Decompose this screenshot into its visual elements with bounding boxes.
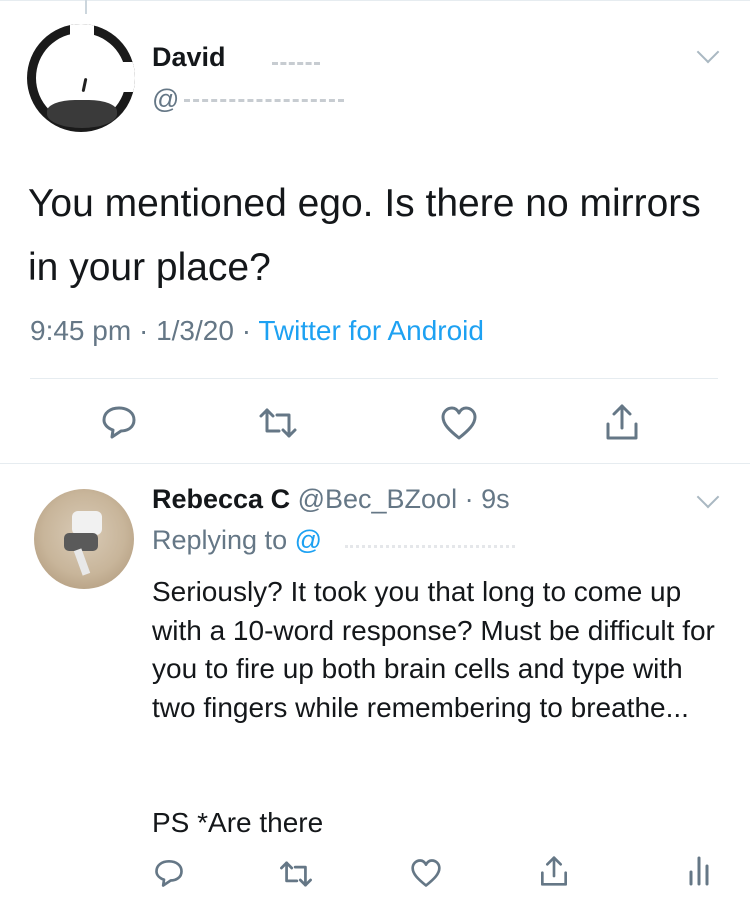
- redacted-handle: [345, 545, 515, 551]
- share-icon[interactable]: [604, 402, 640, 442]
- chevron-down-icon[interactable]: [696, 40, 720, 64]
- retweet-icon[interactable]: [257, 407, 299, 439]
- reply-icon[interactable]: [100, 404, 138, 440]
- chevron-down-icon[interactable]: [696, 485, 720, 509]
- avatar-art: [73, 548, 91, 576]
- tweet-time: 9s: [481, 484, 510, 514]
- replying-to: Replying to @: [152, 525, 322, 556]
- reply-header: Rebecca C @Bec_BZool · 9s: [152, 484, 510, 515]
- tweet-text: Seriously? It took you that long to come…: [152, 576, 715, 723]
- redacted-name: [272, 62, 320, 68]
- author-name[interactable]: Rebecca C: [152, 484, 290, 514]
- author-handle[interactable]: @Bec_BZool: [298, 484, 457, 514]
- avatar-art: [47, 100, 117, 128]
- tweet-text-ps: PS *Are there: [152, 807, 324, 838]
- divider: [30, 378, 718, 379]
- heart-icon[interactable]: [410, 858, 442, 888]
- avatar-art: [81, 77, 88, 93]
- avatar-art: [119, 62, 135, 92]
- separator: ·: [138, 315, 149, 346]
- replying-label: Replying to: [152, 525, 288, 555]
- separator: ·: [464, 484, 474, 514]
- retweet-icon[interactable]: [278, 860, 314, 888]
- avatar[interactable]: [27, 24, 135, 132]
- reply-icon[interactable]: [153, 858, 185, 888]
- share-icon[interactable]: [539, 854, 569, 888]
- tweet-date: 1/3/20: [156, 315, 234, 346]
- author-name[interactable]: David: [152, 42, 226, 73]
- top-divider: [0, 0, 750, 1]
- author-handle[interactable]: @: [152, 84, 179, 115]
- avatar-art: [72, 511, 102, 535]
- tweet-text: You mentioned ego. Is there no mirrors i…: [28, 182, 701, 289]
- divider: [0, 463, 750, 464]
- replying-handle[interactable]: @: [295, 525, 322, 555]
- avatar[interactable]: [34, 489, 134, 589]
- tweet-source-link[interactable]: Twitter for Android: [258, 315, 484, 346]
- redacted-handle: [184, 99, 344, 105]
- separator: ·: [241, 315, 252, 346]
- tweet-time: 9:45 pm: [30, 315, 132, 346]
- avatar-art: [70, 24, 94, 42]
- thread-line: [85, 0, 87, 14]
- heart-icon[interactable]: [440, 405, 478, 441]
- analytics-icon[interactable]: [688, 856, 710, 886]
- tweet-meta: 9:45 pm · 1/3/20 · Twitter for Android: [30, 315, 484, 347]
